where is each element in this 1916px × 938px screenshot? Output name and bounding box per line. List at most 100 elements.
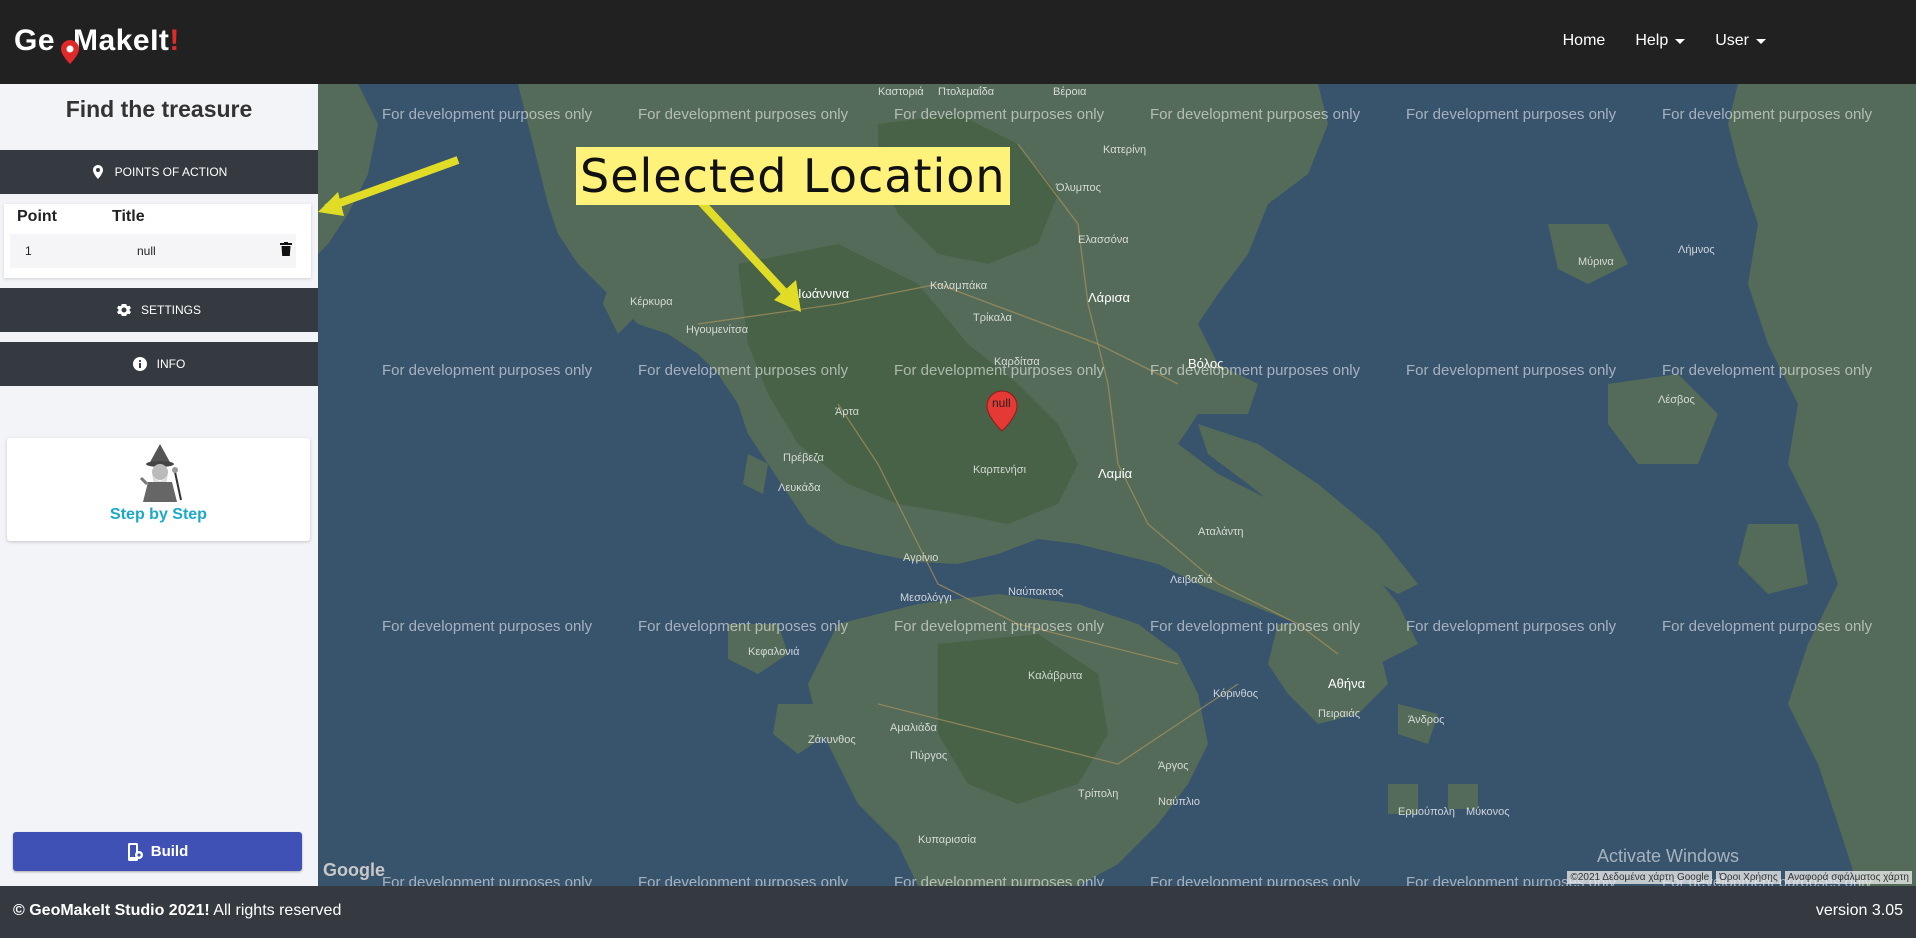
- map-place-label: Τρίκαλα: [973, 312, 1012, 324]
- map-place-label: Πτολεμαΐδα: [938, 86, 995, 98]
- attribution-data: ©2021 Δεδομένα χάρτη Google: [1567, 871, 1713, 884]
- watermark-text: For development purposes only: [894, 874, 1105, 886]
- map-place-label: Άργος: [1158, 760, 1189, 772]
- map-place-label: Λευκάδα: [778, 482, 821, 494]
- project-title: Find the treasure: [65, 96, 253, 122]
- map-pin-icon: [61, 40, 79, 64]
- logo-text: Ge MakeIt!: [14, 24, 180, 57]
- trash-icon[interactable]: [280, 242, 292, 256]
- map-place-label: Πύργος: [910, 750, 948, 762]
- map-place-label: Κεφαλονιά: [748, 646, 800, 658]
- sidebar: Find the treasure POINTS OF ACTION Point…: [0, 84, 318, 886]
- step-by-step-label: Step by Step: [110, 506, 207, 523]
- map-place-label: Πειραιάς: [1318, 708, 1361, 720]
- gear-icon: [116, 304, 131, 316]
- watermark-text: For development purposes only: [638, 874, 849, 886]
- terms-link[interactable]: Όροι Χρήσης: [1716, 871, 1781, 884]
- point-number: 1: [25, 244, 32, 258]
- map-place-label: Ναύπλιο: [1158, 796, 1200, 808]
- column-header-title: Title: [112, 208, 145, 225]
- nav-user-dropdown[interactable]: User: [1715, 32, 1766, 50]
- watermark-text: For development purposes only: [1406, 106, 1617, 123]
- map-place-label: Κυπαρισσία: [918, 834, 977, 846]
- map-place-label: Αθήνα: [1328, 676, 1366, 691]
- map-place-label: Αμαλιάδα: [890, 722, 937, 734]
- map-place-label: Ιωάννινα: [798, 286, 850, 301]
- points-of-action-label: POINTS OF ACTION: [114, 165, 228, 179]
- watermark-text: For development purposes only: [894, 618, 1105, 635]
- watermark-text: For development purposes only: [1662, 618, 1873, 635]
- map-place-label: Κόρινθος: [1213, 688, 1259, 700]
- watermark-text: For development purposes only: [638, 618, 849, 635]
- map-place-label: Άρτα: [835, 406, 859, 418]
- copyright-text: © GeoMakeIt Studio 2021! All rights rese…: [13, 902, 341, 920]
- chevron-down-icon: [1756, 38, 1766, 44]
- info-label: INFO: [156, 357, 186, 371]
- map-place-label: Λειβαδιά: [1170, 574, 1213, 586]
- step-by-step-card[interactable]: Step by Step: [7, 438, 310, 541]
- build-button[interactable]: Build: [13, 832, 302, 871]
- map-place-label: Μύρινα: [1578, 256, 1614, 268]
- map-marker-icon: [92, 165, 103, 179]
- watermark-text: For development purposes only: [382, 874, 593, 886]
- settings-label: SETTINGS: [140, 303, 201, 317]
- selected-location-callout: Selected Location: [576, 147, 1010, 205]
- mobile-build-icon: [127, 842, 143, 861]
- map-place-label: Μύκονος: [1466, 806, 1510, 818]
- copyright-rest: All rights reserved: [209, 902, 342, 919]
- info-icon: [132, 357, 147, 371]
- watermark-text: For development purposes only: [382, 106, 593, 123]
- settings-button[interactable]: SETTINGS: [0, 288, 318, 332]
- map-place-label: Κέρκυρα: [630, 296, 673, 308]
- watermark-text: For development purposes only: [1406, 362, 1617, 379]
- map-place-label: Βέροια: [1053, 86, 1087, 98]
- footer: © GeoMakeIt Studio 2021! All rights rese…: [0, 886, 1916, 938]
- table-row[interactable]: 1 null: [10, 234, 296, 268]
- top-navbar: Ge MakeIt! Home Help User: [0, 0, 1916, 84]
- watermark-text: For development purposes only: [1662, 362, 1873, 379]
- watermark-text: For development purposes only: [894, 106, 1105, 123]
- map-place-label: Τρίπολη: [1078, 788, 1119, 800]
- watermark-text: For development purposes only: [1662, 106, 1873, 123]
- watermark-text: For development purposes only: [1150, 618, 1361, 635]
- watermark-text: For development purposes only: [1150, 362, 1361, 379]
- map-place-label: Άνδρος: [1408, 714, 1445, 726]
- watermark-text: For development purposes only: [638, 362, 849, 379]
- watermark-text: For development purposes only: [1406, 618, 1617, 635]
- report-error-link[interactable]: Αναφορά σφάλματος χάρτη: [1784, 871, 1912, 884]
- chevron-down-icon: [1675, 38, 1686, 44]
- map-place-label: Μεσολόγγι: [900, 592, 952, 604]
- map-place-label: Αταλάντη: [1198, 526, 1244, 538]
- point-title: null: [137, 244, 156, 258]
- nav-help-dropdown[interactable]: Help: [1635, 32, 1686, 50]
- map-place-label: Ελασσόνα: [1078, 234, 1129, 246]
- nav-home[interactable]: Home: [1563, 32, 1606, 50]
- watermark-text: For development purposes only: [894, 362, 1105, 379]
- map-canvas[interactable]: Καστοριά Πτολεμαΐδα Βέροια Κατερίνη Όλυμπος Ε…: [318, 84, 1916, 886]
- map-place-label: Κατερίνη: [1103, 144, 1147, 156]
- map-place-label: Όλυμπος: [1056, 182, 1101, 194]
- column-header-point: Point: [17, 208, 57, 225]
- wizard-icon: [139, 444, 182, 502]
- google-logo: Google: [323, 860, 385, 880]
- map-place-label: Λάρισα: [1088, 290, 1131, 305]
- points-of-action-button[interactable]: POINTS OF ACTION: [0, 150, 318, 194]
- watermark-text: For development purposes only: [638, 106, 849, 123]
- watermark-text: For development purposes only: [1150, 874, 1361, 886]
- marker-label: null: [992, 396, 1011, 410]
- map-place-label: Λέσβος: [1658, 394, 1695, 406]
- map-place-label: Καλάβρυτα: [1028, 670, 1083, 682]
- map-attribution: ©2021 Δεδομένα χάρτη Google Όροι Χρήσης …: [1567, 871, 1912, 884]
- nav-menu: Home Help User: [1563, 32, 1766, 50]
- map-place-label: Λήμνος: [1678, 244, 1715, 256]
- map-place-label: Ηγουμενίτσα: [686, 324, 749, 336]
- map-place-label: Ναύπακτος: [1008, 586, 1064, 598]
- map-place-label: Καστοριά: [878, 86, 924, 98]
- map-place-label: Λαμία: [1098, 466, 1133, 481]
- map-place-label: Ζάκυνθος: [808, 734, 856, 746]
- map-terrain: [318, 84, 1916, 886]
- activate-windows-text: Activate Windows: [1597, 846, 1740, 866]
- watermark-text: For development purposes only: [382, 618, 593, 635]
- version-text: version 3.05: [1815, 902, 1903, 919]
- info-button[interactable]: INFO: [0, 342, 318, 386]
